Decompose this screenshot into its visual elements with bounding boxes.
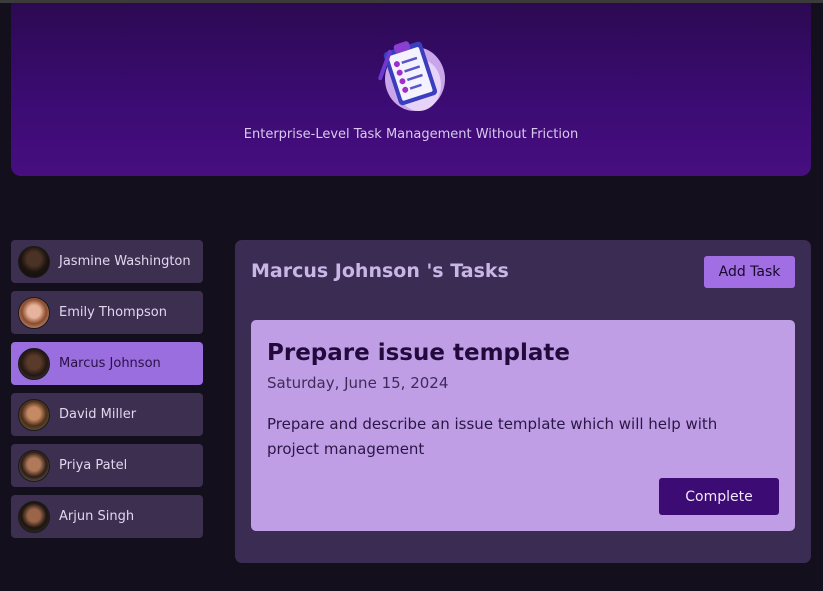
- sidebar-user-marcus-johnson[interactable]: Marcus Johnson: [11, 342, 203, 385]
- add-task-button[interactable]: Add Task: [704, 256, 795, 288]
- avatar: [18, 449, 50, 482]
- sidebar-user-david-miller[interactable]: David Miller: [11, 393, 203, 436]
- user-sidebar: Jasmine Washington Emily Thompson Marcus…: [11, 240, 203, 546]
- task-panel-title: Marcus Johnson 's Tasks: [251, 260, 509, 282]
- app-tagline: Enterprise-Level Task Management Without…: [243, 127, 579, 142]
- sidebar-user-name: Priya Patel: [59, 458, 128, 473]
- clipboard-checklist-icon: [378, 41, 445, 111]
- task-description: Prepare and describe an issue template w…: [267, 415, 718, 458]
- sidebar-user-name: Marcus Johnson: [59, 356, 161, 371]
- sidebar-user-name: Emily Thompson: [59, 305, 167, 320]
- task-panel: Marcus Johnson 's Tasks Add Task Prepare…: [235, 240, 811, 563]
- app-header: Enterprise-Level Task Management Without…: [11, 3, 811, 176]
- avatar: [18, 500, 50, 533]
- sidebar-user-priya-patel[interactable]: Priya Patel: [11, 444, 203, 487]
- sidebar-user-name: Arjun Singh: [59, 509, 135, 524]
- avatar: [18, 296, 50, 329]
- sidebar-user-name: David Miller: [59, 407, 137, 422]
- avatar: [18, 347, 50, 380]
- task-card: Prepare issue template Saturday, June 15…: [251, 320, 795, 531]
- avatar: [18, 398, 50, 431]
- sidebar-user-jasmine-washington[interactable]: Jasmine Washington: [11, 240, 203, 283]
- sidebar-user-arjun-singh[interactable]: Arjun Singh: [11, 495, 203, 538]
- avatar: [18, 245, 50, 278]
- sidebar-user-emily-thompson[interactable]: Emily Thompson: [11, 291, 203, 334]
- sidebar-user-name: Jasmine Washington: [59, 254, 191, 269]
- task-date: Saturday, June 15, 2024: [267, 374, 449, 392]
- complete-task-button[interactable]: Complete: [659, 478, 779, 515]
- task-title: Prepare issue template: [267, 340, 570, 366]
